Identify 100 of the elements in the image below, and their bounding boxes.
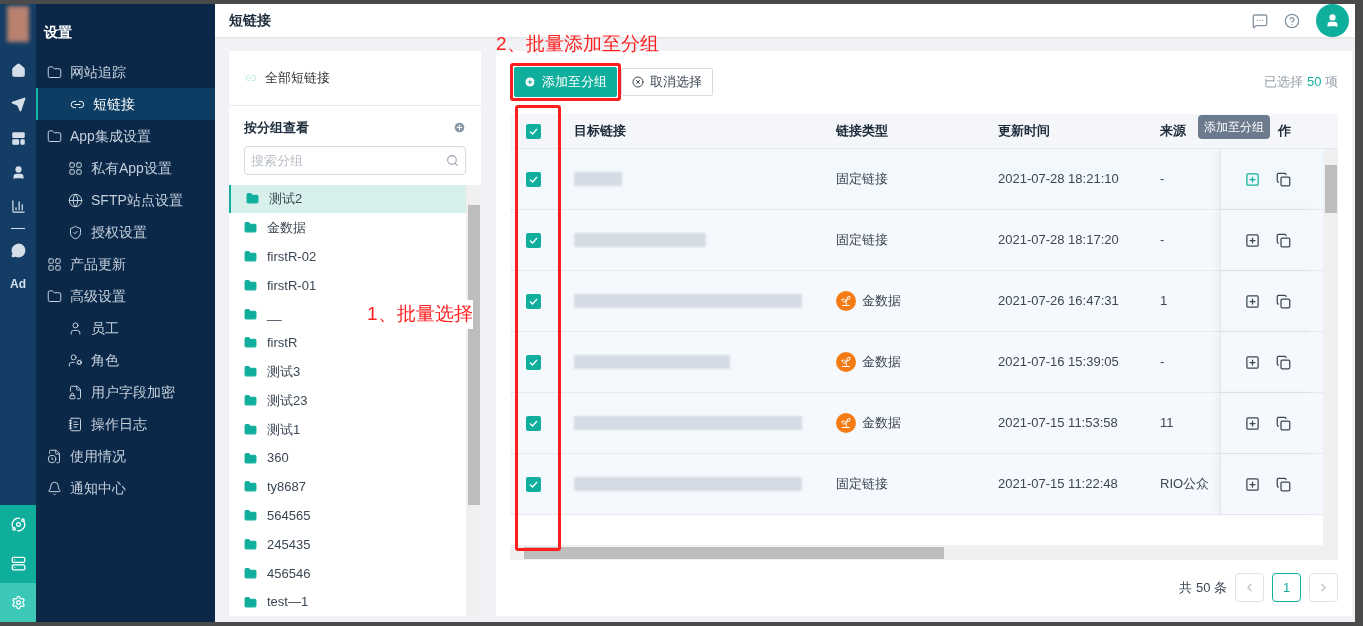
group-item[interactable]: ty8687 — [229, 472, 315, 502]
source-cell-text: - — [1160, 353, 1166, 372]
nav-item[interactable]: 用户字段加密 — [36, 376, 215, 408]
copy-icon[interactable] — [1275, 415, 1291, 431]
nav-item[interactable]: 员工 — [36, 312, 215, 344]
nav-item[interactable]: App集成设置 — [36, 120, 215, 152]
copy-icon[interactable] — [1275, 476, 1291, 492]
nav-icon — [47, 480, 62, 496]
add-group-icon[interactable] — [453, 121, 466, 135]
checkbox[interactable] — [525, 123, 541, 139]
table-row[interactable]: 金数据 2021-07-26 16:47:31 1 — [510, 271, 1323, 332]
folder-icon — [244, 336, 257, 350]
nav-item[interactable]: 操作日志 — [36, 408, 215, 440]
checkbox[interactable] — [525, 354, 541, 370]
table-row[interactable]: 金数据 2021-07-15 11:53:58 11 — [510, 393, 1323, 454]
group-item[interactable]: 测试2 — [229, 184, 466, 214]
search-field[interactable]: 搜索分组 — [244, 145, 466, 175]
group-item[interactable]: firstR-01 — [229, 270, 325, 300]
checkbox[interactable] — [525, 415, 541, 431]
nav-item[interactable]: 使用情况 — [36, 440, 215, 472]
add-to-group-icon[interactable] — [1244, 232, 1260, 248]
cancel-selection-button[interactable]: 取消选择 — [621, 68, 713, 96]
plus-icon — [524, 76, 536, 88]
link-type: 金数据 — [862, 353, 901, 372]
updated-time: 2021-07-28 18:21:10 — [998, 170, 1120, 189]
search-icon — [446, 153, 459, 167]
check-icon — [528, 175, 538, 183]
user-icon[interactable] — [10, 165, 26, 180]
nav-icon — [47, 64, 62, 80]
nav-icon — [68, 416, 83, 432]
nav-icon — [68, 320, 83, 336]
all-links-item[interactable]: 全部短链接 — [229, 51, 481, 106]
add-to-group-icon[interactable] — [1244, 415, 1260, 431]
nav-item[interactable]: 授权设置 — [36, 216, 215, 248]
add-to-group-icon[interactable] — [1244, 476, 1260, 492]
source-cell-text: - — [1160, 170, 1166, 189]
group-item[interactable]: 245435 — [229, 530, 319, 559]
folder-icon — [246, 192, 259, 206]
nav-icon — [68, 384, 83, 400]
copy-icon[interactable] — [1275, 232, 1291, 248]
check-icon — [528, 236, 538, 244]
source-cell-text: - — [1160, 231, 1166, 250]
add-to-group-icon[interactable] — [1244, 293, 1260, 309]
nav-item[interactable]: 通知中心 — [36, 472, 215, 504]
checkbox[interactable] — [525, 476, 541, 492]
add-to-group-icon[interactable] — [1244, 354, 1260, 370]
scrollbar[interactable] — [1323, 149, 1338, 545]
group-item[interactable]: firstR-02 — [229, 242, 325, 271]
send-icon[interactable] — [10, 97, 26, 112]
layout-icon[interactable] — [10, 131, 26, 146]
folder-icon — [244, 537, 257, 551]
checkbox[interactable] — [525, 293, 541, 309]
nav-item[interactable]: 高级设置 — [36, 280, 215, 312]
link-type: 固定链接 — [836, 475, 888, 494]
group-item[interactable]: 金数据 — [229, 213, 314, 243]
nav-icon — [68, 224, 83, 240]
user-avatar[interactable] — [1316, 4, 1349, 37]
link-type: 固定链接 — [836, 170, 888, 189]
source-cell-text: RIO公众 — [1160, 475, 1211, 494]
copy-icon[interactable] — [1275, 293, 1291, 309]
nav-icon — [68, 160, 83, 176]
table-row[interactable]: 固定链接 2021-07-15 11:22:48 RIO公众 — [510, 454, 1323, 515]
nav-item[interactable]: 角色 — [36, 344, 215, 376]
scrollbar[interactable] — [510, 545, 1338, 560]
group-item[interactable]: 456546 — [229, 558, 319, 588]
folder-icon — [244, 566, 257, 580]
group-item[interactable]: 564565 — [229, 501, 319, 531]
section-title: 按分组查看 — [244, 119, 309, 137]
close-icon — [632, 76, 644, 88]
group-item[interactable]: 360 — [229, 443, 297, 473]
folder-icon — [244, 365, 257, 379]
home-icon[interactable] — [10, 63, 26, 78]
group-item[interactable]: test—1 — [229, 587, 317, 617]
help-icon[interactable] — [1284, 12, 1300, 29]
checkbox[interactable] — [525, 232, 541, 248]
group-item[interactable]: firstR — [229, 328, 306, 358]
table-row[interactable]: 固定链接 2021-07-28 18:17:20 - — [510, 210, 1323, 271]
nav-item[interactable]: 产品更新 — [36, 248, 215, 280]
updated-time: 2021-07-15 11:22:48 — [998, 475, 1119, 494]
group-item[interactable]: __ — [229, 299, 290, 329]
group-item[interactable]: 测试23 — [229, 386, 316, 415]
folder-icon — [244, 595, 257, 609]
copy-icon[interactable] — [1275, 171, 1291, 187]
nav-item[interactable]: SFTP站点设置 — [36, 184, 215, 216]
checkbox[interactable] — [525, 171, 541, 187]
group-item[interactable]: 测试3 — [229, 357, 309, 387]
nav-item[interactable]: 私有App设置 — [36, 152, 215, 184]
link-icon — [245, 72, 257, 84]
table-row[interactable]: 金数据 2021-07-16 15:39:05 - — [510, 332, 1323, 393]
column-header: 来源 — [1160, 123, 1186, 139]
check-icon — [528, 297, 538, 305]
ad-icon[interactable]: Ad — [10, 275, 26, 293]
group-item[interactable]: 测试1 — [229, 414, 309, 444]
copy-icon[interactable] — [1275, 354, 1291, 370]
link-type: 固定链接 — [836, 231, 888, 250]
table-row[interactable]: 固定链接 2021-07-28 18:21:10 - — [510, 149, 1323, 210]
avatar-placeholder — [7, 6, 29, 42]
bar-chart-icon[interactable] — [10, 199, 26, 214]
nav-item[interactable]: 短链接 — [36, 88, 215, 120]
nav-item[interactable]: 网站追踪 — [36, 56, 215, 88]
